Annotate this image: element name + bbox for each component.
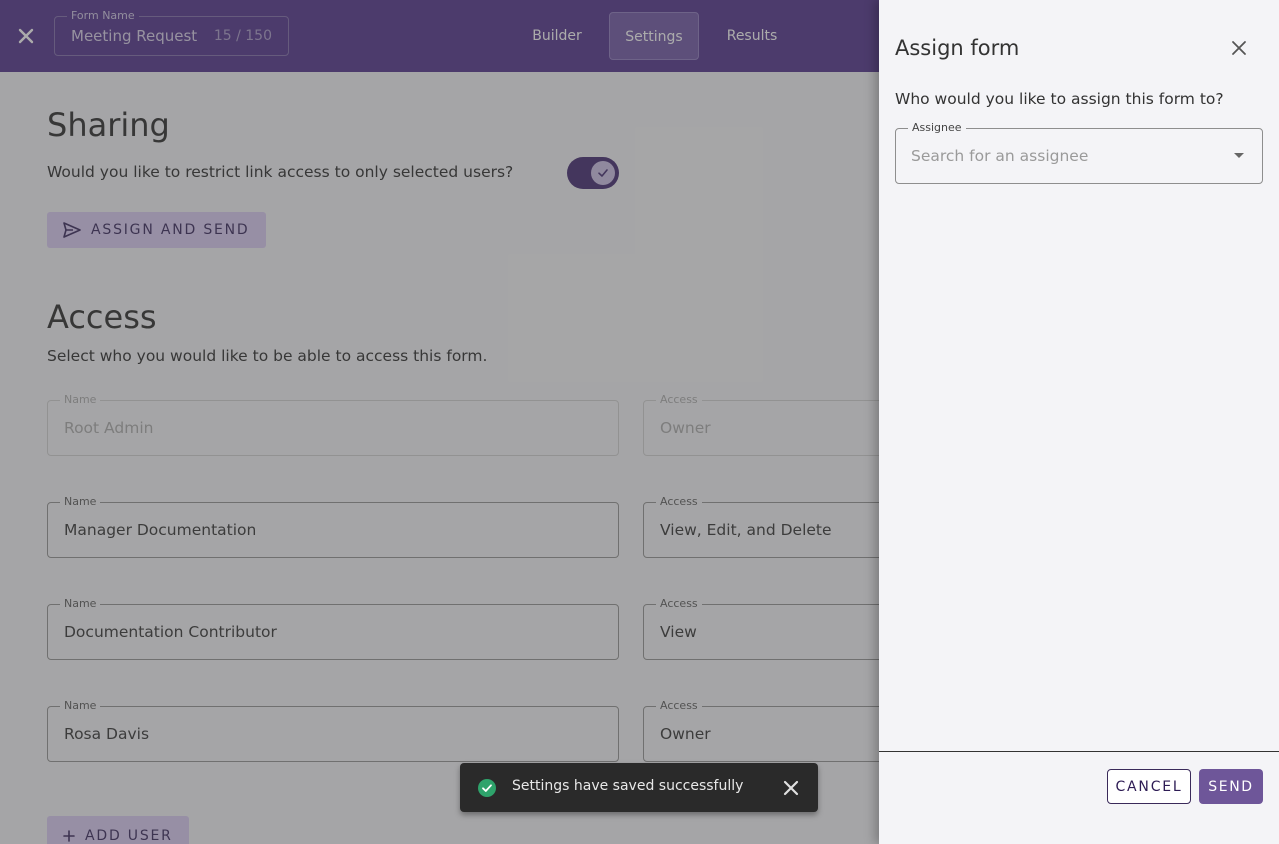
- success-check-icon: [478, 779, 496, 801]
- success-snackbar: Settings have saved successfully: [460, 763, 818, 812]
- dropdown-caret-icon[interactable]: [1234, 153, 1244, 158]
- snackbar-message: Settings have saved successfully: [512, 778, 744, 794]
- cancel-button[interactable]: CANCEL: [1107, 769, 1191, 804]
- send-button[interactable]: SEND: [1199, 769, 1263, 804]
- snackbar-close-icon[interactable]: [782, 779, 800, 801]
- drawer-close-icon[interactable]: [1229, 38, 1249, 62]
- assignee-select[interactable]: Assignee: [895, 121, 1263, 184]
- assignee-search-input[interactable]: [911, 143, 1221, 169]
- modal-backdrop[interactable]: [0, 0, 879, 844]
- drawer-question: Who would you like to assign this form t…: [895, 90, 1224, 108]
- assignee-label: Assignee: [908, 121, 966, 135]
- drawer-footer-divider: [879, 751, 1279, 752]
- drawer-title: Assign form: [895, 36, 1020, 60]
- assign-form-drawer: Assign form Who would you like to assign…: [879, 0, 1279, 844]
